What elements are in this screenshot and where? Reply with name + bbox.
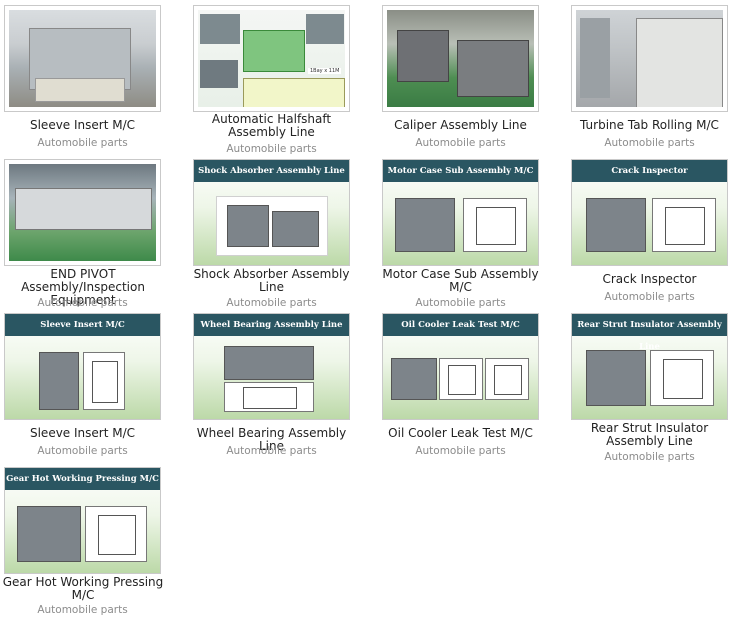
item-title[interactable]: Crack Inspector	[571, 273, 728, 286]
item-category: Automobile parts	[37, 445, 128, 457]
thumbnail-caption: Sleeve Insert M/C	[5, 314, 160, 336]
item-title[interactable]: Automatic Halfshaft Assembly Line	[188, 113, 355, 139]
thumbnail-caption: Shock Absorber Assembly Line	[194, 160, 349, 182]
product-thumbnail[interactable]: Oil Cooler Leak Test M/C	[382, 313, 539, 420]
item-category: Automobile parts	[37, 604, 128, 616]
item-category: Automobile parts	[604, 291, 695, 303]
item-category: Automobile parts	[37, 297, 128, 309]
item-category: Automobile parts	[604, 451, 695, 463]
item-title[interactable]: Sleeve Insert M/C	[4, 427, 161, 440]
product-thumbnail[interactable]	[571, 5, 728, 112]
product-thumbnail[interactable]	[4, 159, 161, 266]
thumbnail-caption: Rear Strut Insulator Assembly Line	[572, 314, 727, 352]
product-thumbnail[interactable]: Wheel Bearing Assembly Line	[193, 313, 350, 420]
item-title[interactable]: Turbine Tab Rolling M/C	[571, 119, 728, 132]
product-thumbnail[interactable]: Rear Strut Insulator Assembly Line	[571, 313, 728, 420]
item-title[interactable]: Sleeve Insert M/C	[4, 119, 161, 132]
item-category: Automobile parts	[415, 445, 506, 457]
product-thumbnail[interactable]: 1Bay x 11M	[193, 5, 350, 112]
thumbnail-caption: Oil Cooler Leak Test M/C	[383, 314, 538, 336]
product-thumbnail[interactable]: Sleeve Insert M/C	[4, 313, 161, 420]
item-category: Automobile parts	[226, 445, 317, 457]
product-thumbnail[interactable]	[382, 5, 539, 112]
item-title[interactable]: Gear Hot Working Pressing M/C	[2, 576, 164, 602]
thumbnail-caption: Crack Inspector	[572, 160, 727, 182]
item-category: Automobile parts	[415, 297, 506, 309]
layout-badge: 1Bay x 11M	[308, 68, 342, 74]
item-category: Automobile parts	[415, 137, 506, 149]
item-title[interactable]: Caliper Assembly Line	[382, 119, 539, 132]
item-title[interactable]: Shock Absorber Assembly Line	[188, 268, 355, 294]
item-title[interactable]: Rear Strut Insulator Assembly Line	[568, 422, 731, 448]
thumbnail-caption: Gear Hot Working Pressing M/C	[5, 468, 160, 490]
product-thumbnail[interactable]	[4, 5, 161, 112]
product-thumbnail[interactable]: Shock Absorber Assembly Line	[193, 159, 350, 266]
product-thumbnail[interactable]: Gear Hot Working Pressing M/C	[4, 467, 161, 574]
item-category: Automobile parts	[604, 137, 695, 149]
item-category: Automobile parts	[226, 297, 317, 309]
product-thumbnail[interactable]: Crack Inspector	[571, 159, 728, 266]
thumbnail-caption: Wheel Bearing Assembly Line	[194, 314, 349, 336]
item-category: Automobile parts	[37, 137, 128, 149]
item-category: Automobile parts	[226, 143, 317, 155]
item-title[interactable]: Oil Cooler Leak Test M/C	[382, 427, 539, 440]
product-thumbnail[interactable]: Motor Case Sub Assembly M/C	[382, 159, 539, 266]
item-title[interactable]: Motor Case Sub Assembly M/C	[378, 268, 543, 294]
thumbnail-caption: Motor Case Sub Assembly M/C	[383, 160, 538, 182]
